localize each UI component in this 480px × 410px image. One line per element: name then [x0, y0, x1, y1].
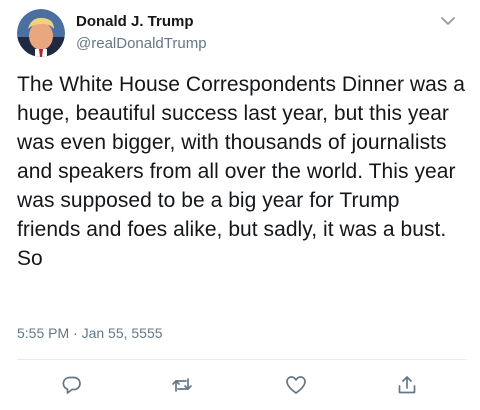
heart-icon[interactable] [285, 374, 307, 396]
chevron-down-icon[interactable] [439, 14, 457, 28]
tweet-card: Donald J. Trump @realDonaldTrump The Whi… [0, 0, 480, 410]
divider [17, 359, 467, 360]
reply-icon[interactable] [61, 374, 83, 396]
avatar[interactable] [17, 9, 65, 57]
tweet-timestamp[interactable]: 5:55 PM · Jan 55, 5555 [17, 325, 163, 341]
tweet-text: The White House Correspondents Dinner wa… [17, 73, 466, 270]
retweet-icon[interactable] [171, 374, 193, 396]
share-icon[interactable] [396, 374, 418, 396]
display-name[interactable]: Donald J. Trump [76, 13, 194, 30]
user-handle[interactable]: @realDonaldTrump [76, 35, 207, 52]
